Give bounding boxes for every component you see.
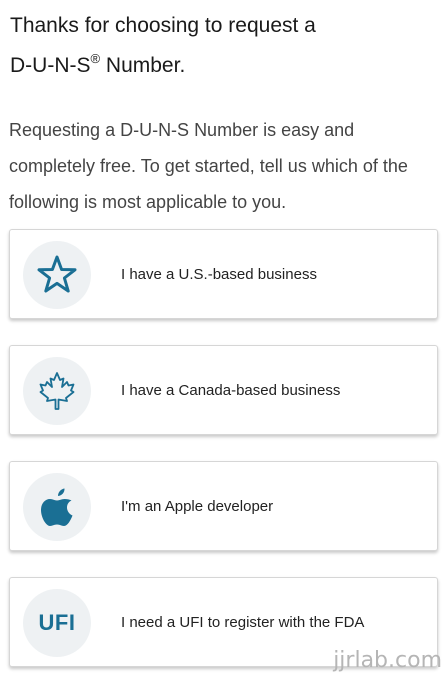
option-label: I need a UFI to register with the FDA (121, 613, 365, 631)
option-us-business[interactable]: I have a U.S.-based business (9, 229, 438, 319)
option-canada-business[interactable]: I have a Canada-based business (9, 345, 438, 435)
title-number: Number. (100, 54, 186, 77)
watermark: jjrlab.com (333, 648, 442, 673)
apple-logo-icon (23, 473, 91, 541)
option-label: I have a U.S.-based business (121, 265, 317, 283)
ufi-text-icon: UFI (23, 589, 91, 657)
title-line-1: Thanks for choosing to request a (10, 14, 316, 37)
option-label: I have a Canada-based business (121, 381, 341, 399)
maple-leaf-icon (23, 357, 91, 425)
option-label: I'm an Apple developer (121, 497, 274, 515)
intro-text: Requesting a D-U-N-S Number is easy and … (9, 120, 408, 212)
registered-mark: ® (90, 51, 101, 66)
page-title: Thanks for choosing to request a D-U-N-S®… (10, 6, 430, 86)
option-apple-developer[interactable]: I'm an Apple developer (9, 461, 438, 551)
star-icon (23, 241, 91, 309)
ufi-icon-text: UFI (38, 610, 76, 635)
title-duns: D-U-N-S (10, 54, 91, 77)
